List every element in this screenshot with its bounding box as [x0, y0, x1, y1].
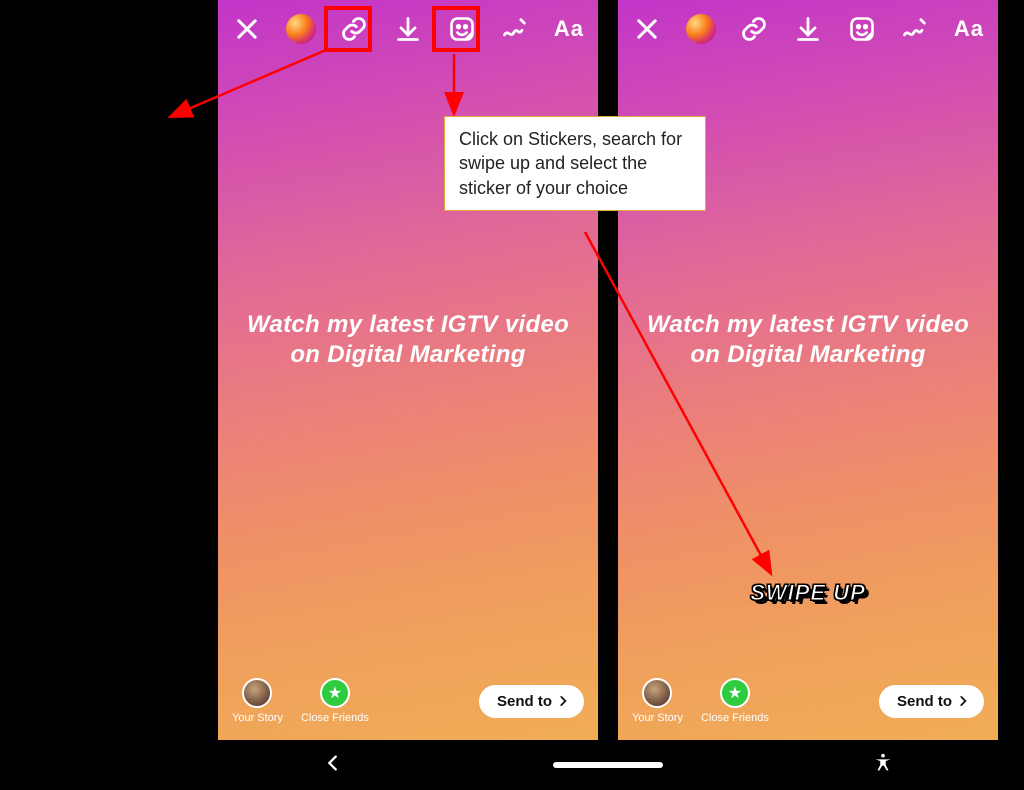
- close-friends-label: Close Friends: [701, 712, 769, 724]
- close-icon[interactable]: [230, 12, 264, 46]
- star-icon: ★: [720, 678, 750, 708]
- star-icon: ★: [320, 678, 350, 708]
- close-friends-button[interactable]: ★ Close Friends: [301, 678, 369, 724]
- sticker-icon[interactable]: [445, 12, 479, 46]
- close-friends-button[interactable]: ★ Close Friends: [701, 678, 769, 724]
- close-friends-label: Close Friends: [301, 712, 369, 724]
- draw-icon[interactable]: [498, 12, 532, 46]
- story-toolbar: Aa: [618, 0, 998, 52]
- home-pill-icon[interactable]: [553, 762, 663, 768]
- text-tool-label: Aa: [554, 16, 584, 42]
- android-navbar: [218, 740, 998, 790]
- camera-circle-icon[interactable]: [284, 12, 318, 46]
- camera-circle-icon[interactable]: [684, 12, 718, 46]
- text-icon[interactable]: Aa: [952, 12, 986, 46]
- avatar: [642, 678, 672, 708]
- share-bar: Your Story ★ Close Friends Send to: [218, 678, 598, 724]
- link-icon[interactable]: [337, 12, 371, 46]
- chevron-right-icon: [556, 694, 570, 708]
- send-to-button[interactable]: Send to: [879, 685, 984, 718]
- draw-icon[interactable]: [898, 12, 932, 46]
- text-tool-label: Aa: [954, 16, 984, 42]
- story-body-text[interactable]: Watch my latest IGTV video on Digital Ma…: [245, 310, 572, 370]
- send-to-button[interactable]: Send to: [479, 685, 584, 718]
- your-story-label: Your Story: [632, 712, 683, 724]
- your-story-button[interactable]: Your Story: [232, 678, 283, 724]
- accessibility-icon[interactable]: [872, 752, 894, 779]
- download-icon[interactable]: [391, 12, 425, 46]
- your-story-button[interactable]: Your Story: [632, 678, 683, 724]
- link-icon[interactable]: [737, 12, 771, 46]
- sticker-icon[interactable]: [845, 12, 879, 46]
- text-icon[interactable]: Aa: [552, 12, 586, 46]
- send-to-label: Send to: [897, 693, 952, 710]
- story-body-text[interactable]: Watch my latest IGTV video on Digital Ma…: [645, 310, 972, 370]
- back-icon[interactable]: [322, 752, 344, 779]
- your-story-label: Your Story: [232, 712, 283, 724]
- avatar: [242, 678, 272, 708]
- swipe-up-sticker[interactable]: SWIPE UP: [750, 580, 866, 606]
- story-toolbar: Aa: [218, 0, 598, 52]
- story-editor-left: Aa Watch my latest IGTV video on Digital…: [218, 0, 598, 740]
- annotation-callout: Click on Stickers, search for swipe up a…: [444, 116, 706, 211]
- chevron-right-icon: [956, 694, 970, 708]
- share-bar: Your Story ★ Close Friends Send to: [618, 678, 998, 724]
- close-icon[interactable]: [630, 12, 664, 46]
- story-editor-right: Aa Watch my latest IGTV video on Digital…: [618, 0, 998, 740]
- download-icon[interactable]: [791, 12, 825, 46]
- send-to-label: Send to: [497, 693, 552, 710]
- callout-text: Click on Stickers, search for swipe up a…: [459, 129, 682, 198]
